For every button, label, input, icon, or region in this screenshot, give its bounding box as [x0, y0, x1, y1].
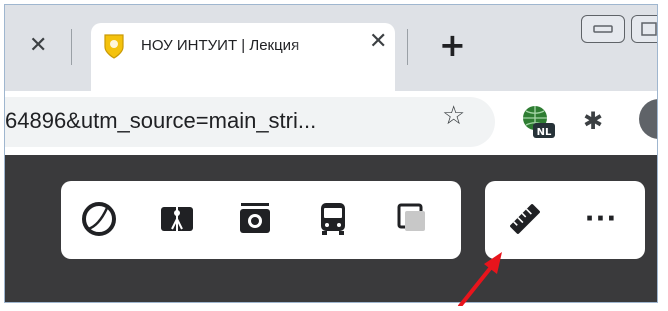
minimize-icon — [593, 25, 613, 33]
tab-separator — [407, 29, 408, 65]
layers-icon — [397, 203, 425, 231]
map-book-tool-button[interactable] — [155, 197, 199, 241]
maximize-icon — [641, 22, 657, 36]
more-options-button[interactable]: ··· — [579, 197, 623, 241]
address-bar[interactable]: 64896&utm_source=main_stri... — [5, 97, 495, 147]
more-icon: ··· — [584, 204, 618, 234]
tab-separator — [71, 29, 72, 65]
browser-toolbar: 64896&utm_source=main_stri... ☆ NL ✱ — [5, 91, 657, 155]
camera-tool-button[interactable] — [233, 197, 277, 241]
extension-badge-text: NL — [537, 127, 552, 138]
minimize-button[interactable] — [581, 15, 625, 43]
layers-tool-button[interactable] — [389, 197, 433, 241]
map-book-icon — [161, 207, 193, 231]
active-tab[interactable]: НОУ ИНТУИТ | Лекция ✕ — [91, 23, 395, 91]
circle-tool-button[interactable] — [77, 197, 121, 241]
shield-favicon-icon — [104, 34, 124, 59]
bus-tool-button[interactable] — [311, 197, 355, 241]
ruler-icon — [510, 204, 540, 234]
new-tab-button[interactable]: + — [439, 29, 466, 61]
url-text: 64896&utm_source=main_stri... — [5, 108, 317, 133]
globe-extension-icon[interactable]: NL — [520, 104, 556, 140]
browser-window: ✕ НОУ ИНТУИТ | Лекция ✕ + 64896&utm_sour… — [4, 4, 658, 303]
maximize-button[interactable] — [631, 15, 657, 43]
tab-title-fade — [291, 29, 327, 63]
tab-strip: ✕ НОУ ИНТУИТ | Лекция ✕ + — [5, 5, 657, 91]
map-tools-panel — [61, 181, 461, 259]
tab-close-button[interactable]: ✕ — [369, 29, 387, 54]
circle-icon — [82, 202, 116, 236]
bus-icon — [321, 203, 345, 235]
bookmark-star-icon[interactable]: ☆ — [442, 101, 465, 131]
page-content: ··· — [5, 155, 657, 302]
profile-avatar[interactable] — [639, 99, 657, 139]
ruler-tool-button[interactable] — [503, 197, 547, 241]
camera-icon — [240, 203, 270, 233]
prev-tab-close-button[interactable]: ✕ — [29, 33, 47, 58]
extensions-puzzle-icon[interactable]: ✱ — [583, 107, 603, 135]
red-pointer-arrow-icon — [458, 252, 502, 306]
